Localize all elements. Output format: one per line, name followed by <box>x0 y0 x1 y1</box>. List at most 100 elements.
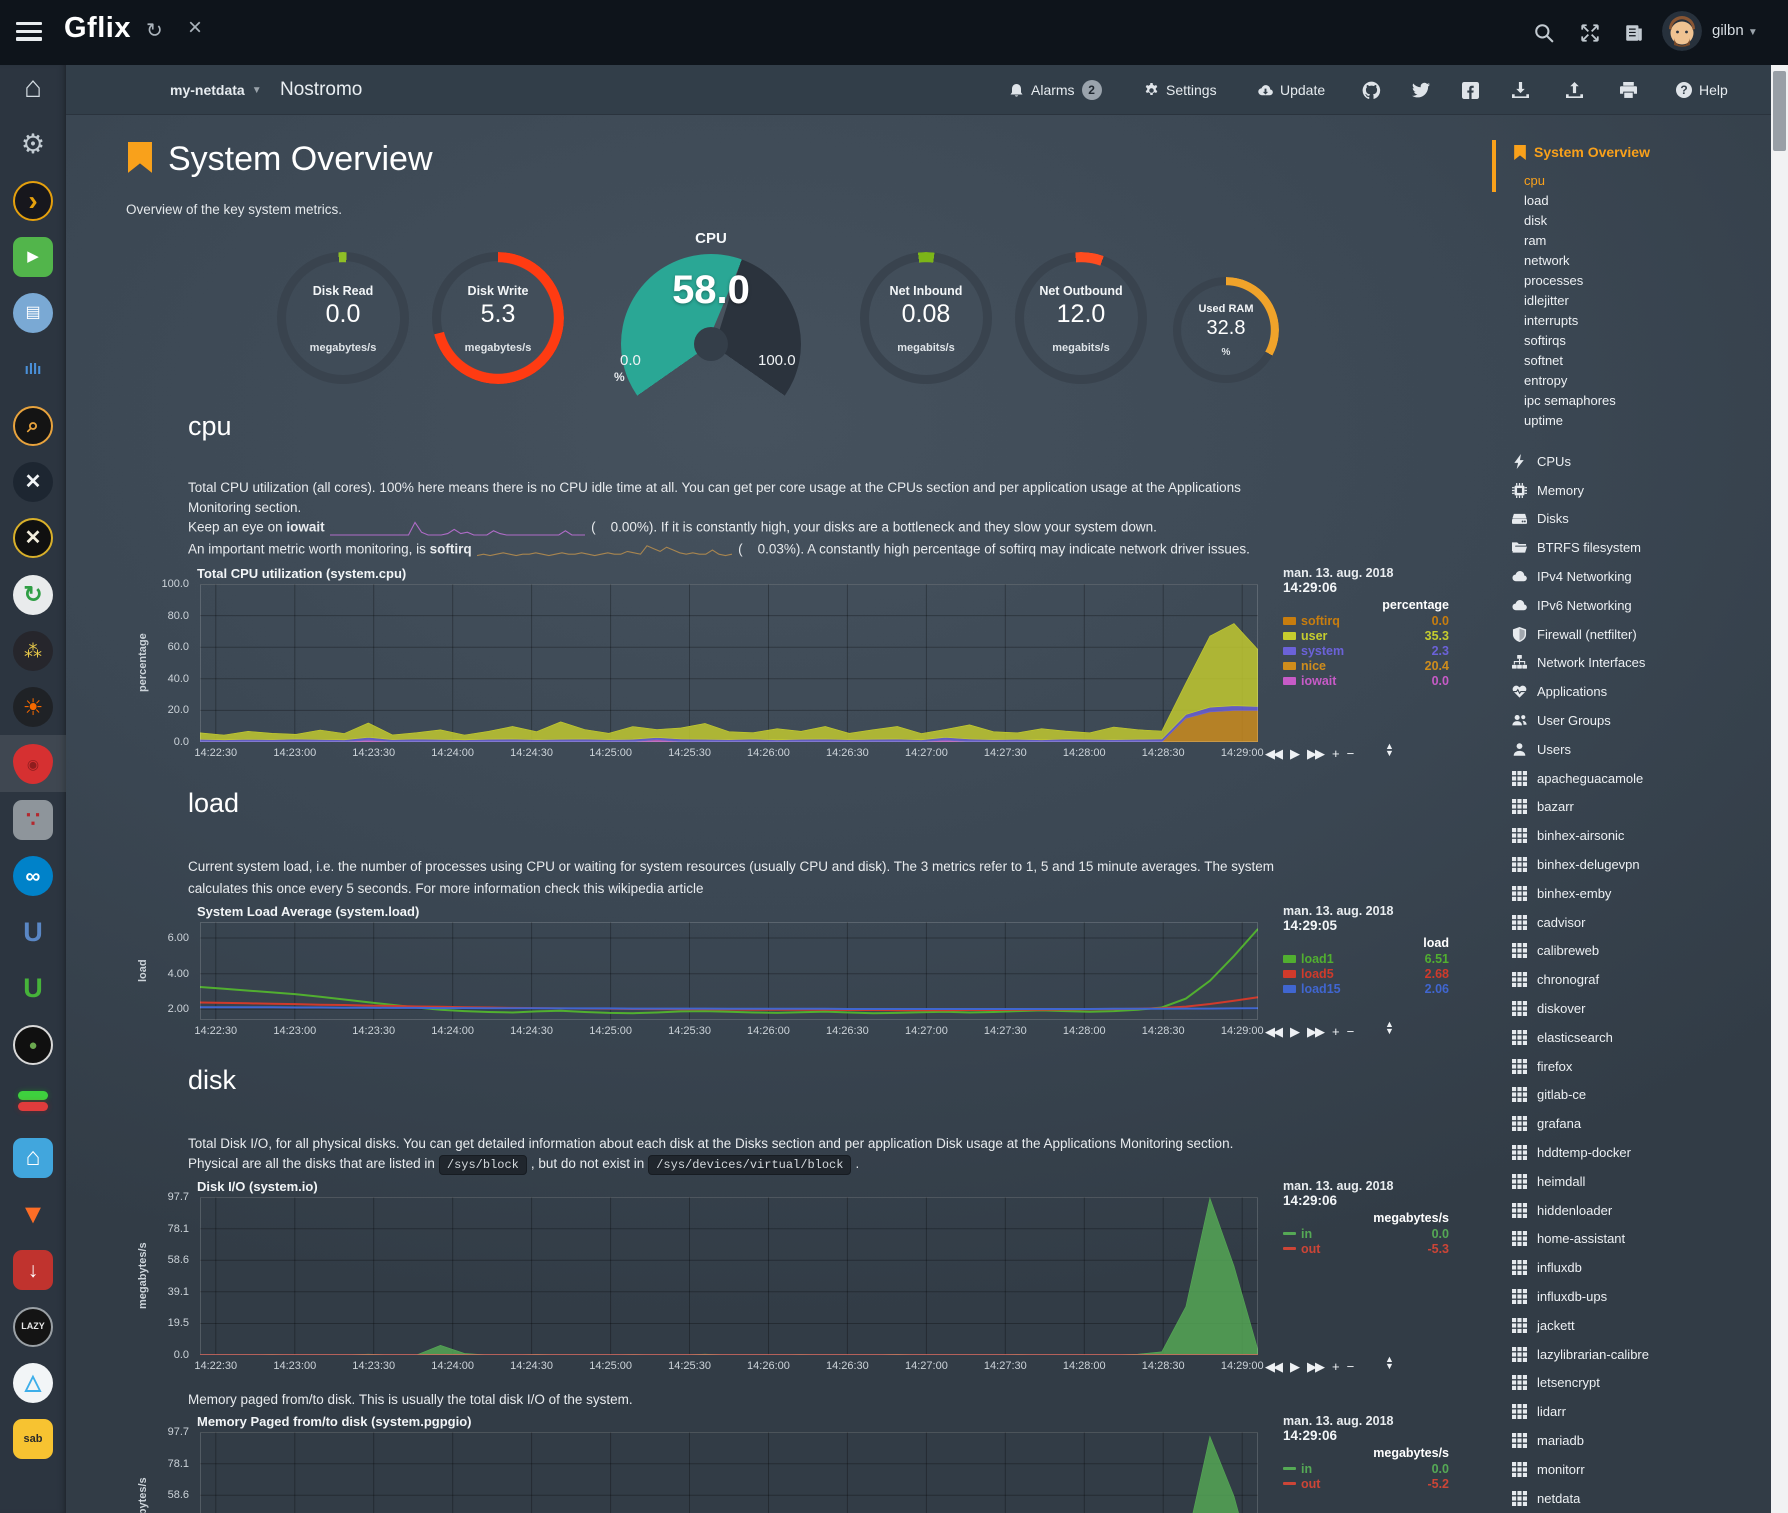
sidebar-app-nextcloud[interactable]: ∞ <box>0 848 66 905</box>
chart-toolbar-button[interactable]: ◀◀ <box>1265 1024 1281 1039</box>
nav-section-item[interactable]: Memory <box>1512 476 1762 505</box>
nav-app-item[interactable]: apacheguacamole <box>1512 764 1762 793</box>
net-outbound-gauge[interactable]: Net Outbound 12.0 megabits/s <box>1006 252 1156 384</box>
github-icon[interactable] <box>1362 65 1381 115</box>
close-icon[interactable]: × <box>188 14 202 42</box>
scrollbar-thumb[interactable] <box>1773 71 1786 151</box>
chart-toolbar-button[interactable]: + <box>1332 746 1338 761</box>
chart-resize-handle[interactable]: ▲▼ <box>1385 1021 1394 1035</box>
sidebar-app-red-shield[interactable]: ◉ <box>0 735 66 792</box>
nav-app-item[interactable]: grafana <box>1512 1109 1762 1138</box>
nav-app-item[interactable]: bazarr <box>1512 793 1762 822</box>
sidebar-app-lazylibrarian[interactable]: LAZY <box>0 1298 66 1355</box>
nav-menu-item[interactable]: idlejitter <box>1524 291 1616 311</box>
sidebar-app-berries[interactable]: ∵ <box>0 791 66 848</box>
upload-icon[interactable] <box>1566 65 1583 115</box>
sidebar-app-pinwheel-blue[interactable]: ✕ <box>0 454 66 511</box>
legend-row[interactable]: out -5.3 <box>1283 1241 1495 1256</box>
nav-section-item[interactable]: Users <box>1512 735 1762 764</box>
nav-section-item[interactable]: CPUs <box>1512 447 1762 476</box>
help-button[interactable]: ? Help <box>1676 65 1728 115</box>
chart-toolbar-button[interactable]: + <box>1332 1024 1338 1039</box>
chart-resize-handle[interactable]: ▲▼ <box>1385 743 1394 757</box>
server-dropdown[interactable]: my-netdata ▼ <box>170 65 262 115</box>
nav-app-item[interactable]: influxdb-ups <box>1512 1282 1762 1311</box>
sidebar-app-monitorr[interactable] <box>0 1073 66 1130</box>
nav-menu-item[interactable]: ram <box>1524 231 1616 251</box>
settings-button[interactable]: Settings <box>1144 65 1217 115</box>
nav-menu-item[interactable]: processes <box>1524 271 1616 291</box>
chart-toolbar-button[interactable]: ◀◀ <box>1265 746 1281 761</box>
nav-app-item[interactable]: cadvisor <box>1512 908 1762 937</box>
facebook-icon[interactable] <box>1462 65 1479 115</box>
chart-resize-handle[interactable]: ▲▼ <box>1385 1356 1394 1370</box>
nav-app-item[interactable]: hiddenloader <box>1512 1196 1762 1225</box>
changelog-icon[interactable] <box>1624 23 1644 43</box>
nav-menu-item[interactable]: softnet <box>1524 351 1616 371</box>
legend-row[interactable]: load1 6.51 <box>1283 951 1495 966</box>
net-inbound-gauge[interactable]: Net Inbound 0.08 megabits/s <box>851 252 1001 384</box>
nav-menu-item[interactable]: load <box>1524 191 1616 211</box>
chart-toolbar-button[interactable]: ▶ <box>1290 1024 1298 1039</box>
nav-app-item[interactable]: jackett <box>1512 1311 1762 1340</box>
nav-menu-item[interactable]: softirqs <box>1524 331 1616 351</box>
print-icon[interactable] <box>1620 65 1637 115</box>
nav-section-item[interactable]: Disks <box>1512 505 1762 534</box>
sidebar-app-emby[interactable]: ▶ <box>0 228 66 285</box>
nav-menu-item[interactable]: disk <box>1524 211 1616 231</box>
nav-app-item[interactable]: hddtemp-docker <box>1512 1138 1762 1167</box>
nav-app-item[interactable]: letsencrypt <box>1512 1369 1762 1398</box>
download-icon[interactable] <box>1512 65 1529 115</box>
used-ram-gauge[interactable]: Used RAM 32.8 % <box>1151 277 1301 383</box>
legend-row[interactable]: nice 20.4 <box>1283 658 1495 673</box>
load-chart[interactable]: System Load Average (system.load) load 6… <box>135 898 1495 1053</box>
sidebar-app-red-download[interactable]: ↓ <box>0 1242 66 1299</box>
alarms-button[interactable]: Alarms 2 <box>1009 65 1102 115</box>
sidebar-app-gitlab[interactable]: ▼ <box>0 1186 66 1243</box>
nav-app-item[interactable]: monitorr <box>1512 1455 1762 1484</box>
chart-toolbar[interactable]: ◀◀▶▶▶+−▲▼ <box>1265 1359 1435 1375</box>
user-menu[interactable]: gilbn ▼ <box>1712 22 1758 39</box>
nav-menu-item[interactable]: uptime <box>1524 411 1616 431</box>
sidebar-app-calibre-web[interactable]: ▤ <box>0 285 66 342</box>
nav-app-item[interactable]: binhex-airsonic <box>1512 821 1762 850</box>
nav-menu-item[interactable]: interrupts <box>1524 311 1616 331</box>
sidebar-app-airsonic[interactable]: ıllı <box>0 341 66 398</box>
update-button[interactable]: Update <box>1258 65 1325 115</box>
nav-section-item[interactable]: Network Interfaces <box>1512 649 1762 678</box>
page-scrollbar[interactable] <box>1771 65 1788 1513</box>
nav-app-item[interactable]: diskover <box>1512 994 1762 1023</box>
chart-toolbar[interactable]: ◀◀▶▶▶+−▲▼ <box>1265 1024 1435 1040</box>
sidebar-app-node-graph[interactable]: ⁂ <box>0 623 66 680</box>
disk-read-gauge[interactable]: Disk Read 0.0 megabytes/s <box>268 252 418 384</box>
nav-menu-item[interactable]: cpu <box>1524 171 1616 191</box>
chart-toolbar-button[interactable]: ▶▶ <box>1307 1359 1323 1374</box>
legend-row[interactable]: out -5.2 <box>1283 1476 1495 1491</box>
chart-toolbar-button[interactable]: − <box>1347 746 1353 761</box>
sidebar-app-pinwheel-yellow[interactable]: ✕ <box>0 510 66 567</box>
twitter-icon[interactable] <box>1412 65 1430 115</box>
nav-app-item[interactable]: lidarr <box>1512 1397 1762 1426</box>
nav-app-item[interactable]: binhex-emby <box>1512 879 1762 908</box>
nav-section-item[interactable]: IPv4 Networking <box>1512 562 1762 591</box>
nav-section-item[interactable]: Firewall (netfilter) <box>1512 620 1762 649</box>
nav-app-item[interactable]: calibreweb <box>1512 937 1762 966</box>
sidebar-app-green-swirl[interactable]: ↻ <box>0 566 66 623</box>
legend-row[interactable]: user 35.3 <box>1283 628 1495 643</box>
sidebar-app-plex[interactable]: › <box>0 172 66 229</box>
fullscreen-icon[interactable] <box>1580 23 1600 43</box>
sidebar-app-grafana[interactable]: ☀ <box>0 679 66 736</box>
sidebar-app-sabnzbd[interactable]: sab <box>0 1411 66 1468</box>
nav-app-item[interactable]: gitlab-ce <box>1512 1081 1762 1110</box>
legend-row[interactable]: in 0.0 <box>1283 1226 1495 1241</box>
nav-menu-item[interactable]: entropy <box>1524 371 1616 391</box>
nav-section-item[interactable]: IPv6 Networking <box>1512 591 1762 620</box>
nav-section-item[interactable]: Applications <box>1512 677 1762 706</box>
nav-system-overview[interactable]: System Overview <box>1514 144 1650 160</box>
chart-toolbar[interactable]: ◀◀▶▶▶+−▲▼ <box>1265 746 1435 762</box>
chart-toolbar-button[interactable]: ◀◀ <box>1265 1359 1281 1374</box>
legend-row[interactable]: softirq 0.0 <box>1283 613 1495 628</box>
sidebar-app-settings[interactable]: ⚙ <box>0 116 66 173</box>
sidebar-app-search-app[interactable]: ⌕ <box>0 397 66 454</box>
sidebar-app-blue-u[interactable]: U <box>0 904 66 961</box>
